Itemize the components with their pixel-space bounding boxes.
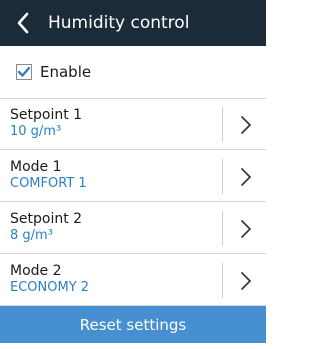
chevron-right-icon xyxy=(241,220,251,238)
humidity-control-screen: Humidity control Enable Setpoint 1 10 g/… xyxy=(0,0,266,343)
setpoint-2-item[interactable]: Setpoint 2 8 g/m³ xyxy=(0,203,266,254)
enable-checkbox[interactable] xyxy=(16,64,32,80)
setpoint-1-value: 10 g/m³ xyxy=(10,124,62,139)
mode-1-item[interactable]: Mode 1 COMFORT 1 xyxy=(0,151,266,202)
setpoint-1-item[interactable]: Setpoint 1 10 g/m³ xyxy=(0,99,266,150)
item-divider xyxy=(222,107,223,142)
mode-2-item[interactable]: Mode 2 ECONOMY 2 xyxy=(0,255,266,306)
mode-1-label: Mode 1 xyxy=(10,159,62,175)
item-divider xyxy=(222,211,223,246)
item-divider xyxy=(222,263,223,298)
chevron-right-icon xyxy=(241,272,251,290)
chevron-right-icon xyxy=(241,168,251,186)
page-title: Humidity control xyxy=(48,13,190,33)
setpoint-2-value: 8 g/m³ xyxy=(10,228,53,243)
checkmark-icon xyxy=(17,66,31,77)
header-bar: Humidity control xyxy=(0,0,266,46)
chevron-right-icon xyxy=(241,116,251,134)
setpoint-2-label: Setpoint 2 xyxy=(10,211,83,227)
enable-label: Enable xyxy=(40,63,92,81)
mode-1-value: COMFORT 1 xyxy=(10,176,87,191)
chevron-left-icon xyxy=(17,12,29,34)
mode-2-label: Mode 2 xyxy=(10,263,62,279)
setpoint-1-label: Setpoint 1 xyxy=(10,107,83,123)
back-button[interactable] xyxy=(10,10,36,36)
reset-settings-button[interactable]: Reset settings xyxy=(0,306,266,343)
item-divider xyxy=(222,159,223,194)
mode-2-value: ECONOMY 2 xyxy=(10,280,90,295)
enable-row: Enable xyxy=(0,46,266,99)
